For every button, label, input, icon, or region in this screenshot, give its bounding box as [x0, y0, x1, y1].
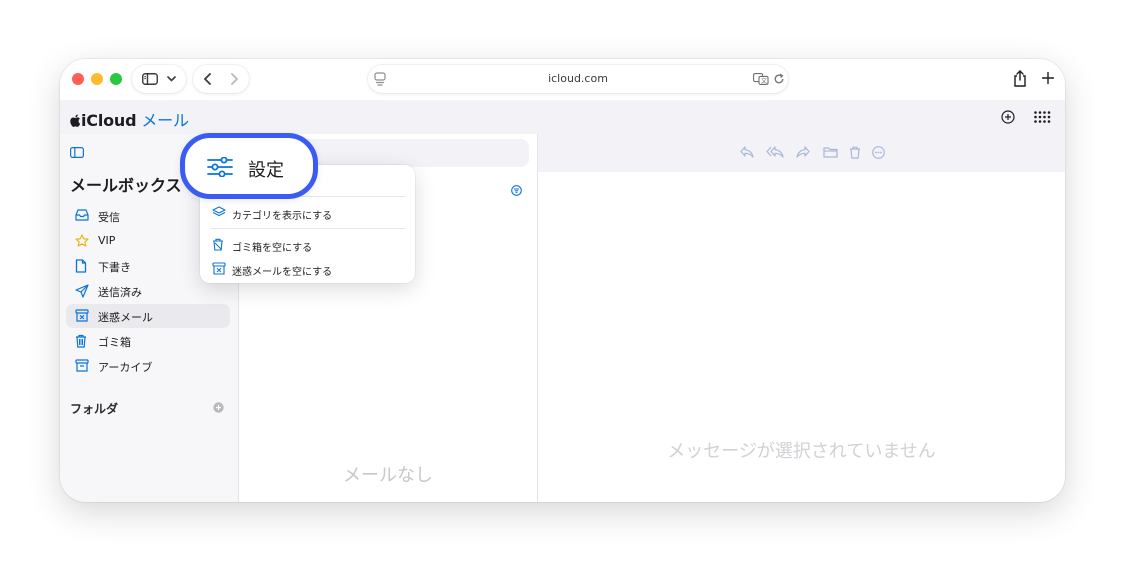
menu-item-label: 迷惑メールを空にする [232, 267, 333, 278]
close-window-button[interactable] [72, 73, 84, 85]
browser-toolbar: icloud.com 文 [60, 59, 1065, 100]
menu-item-show-categories[interactable]: カテゴリを表示にする [200, 202, 415, 224]
forward-mail-icon[interactable] [796, 146, 810, 158]
menu-item-empty-trash[interactable]: ゴミ箱を空にする [200, 234, 415, 256]
app-brand[interactable]: iCloud メール [70, 107, 189, 131]
mailboxes-heading: メールボックス [70, 176, 182, 195]
folders-heading: フォルダ [70, 402, 119, 416]
folder-icon[interactable] [823, 146, 838, 158]
star-icon [75, 234, 89, 247]
sidebar-item-label: VIP [98, 234, 116, 247]
sidebar-item-label: 迷惑メール [98, 311, 153, 324]
junk-icon [212, 262, 226, 275]
svg-text:文: 文 [761, 77, 767, 85]
menu-item-empty-junk[interactable]: 迷惑メールを空にする [200, 258, 415, 280]
archive-icon [75, 359, 89, 372]
url-text: icloud.com [548, 72, 608, 85]
sidebar-item-trash[interactable]: ゴミ箱 [66, 329, 230, 353]
layers-icon [212, 206, 226, 217]
reply-all-icon[interactable] [766, 146, 784, 158]
inbox-icon [75, 209, 89, 221]
settings-label: 設定 [248, 160, 284, 181]
message-reader: メッセージが選択されていません [538, 134, 1065, 502]
sidebar-item-label: 送信済み [98, 286, 142, 299]
brand-app-name: メール [141, 111, 189, 130]
brand-prefix: iCloud [81, 111, 137, 130]
trash-icon [76, 334, 86, 348]
sidebar-item-junk[interactable]: 迷惑メール [66, 304, 230, 328]
sidebar-toggle-icon[interactable] [70, 147, 84, 158]
sidebar-item-sent[interactable]: 送信済み [66, 279, 230, 303]
sidebar-item-label: アーカイブ [98, 361, 153, 374]
menu-divider [210, 228, 405, 229]
apple-logo-icon [70, 114, 81, 127]
menu-item-label: カテゴリを表示にする [232, 211, 333, 222]
filter-icon[interactable] [511, 185, 522, 196]
add-folder-icon[interactable] [213, 402, 224, 413]
sliders-icon [207, 157, 233, 177]
zoom-window-button[interactable] [110, 73, 122, 85]
more-icon[interactable] [872, 146, 885, 159]
back-icon[interactable] [203, 73, 213, 85]
add-icon[interactable] [1001, 110, 1015, 124]
nav-buttons [193, 65, 249, 93]
forward-icon[interactable] [229, 73, 239, 85]
share-icon[interactable] [1013, 70, 1027, 87]
menu-item-label: ゴミ箱を空にする [232, 243, 313, 254]
sidebar-item-label: ゴミ箱 [98, 336, 131, 349]
sidebar-item-label: 下書き [98, 261, 131, 274]
reader-toolbar [538, 134, 1065, 172]
trash-icon [213, 238, 223, 251]
translate-icon[interactable]: 文 [753, 73, 769, 85]
sidebar-icon [142, 73, 158, 85]
sidebar-item-archive[interactable]: アーカイブ [66, 354, 230, 378]
empty-list-text: メールなし [343, 465, 433, 486]
app-header: iCloud メール [60, 100, 1065, 135]
chevron-down-icon [167, 76, 176, 82]
no-message-selected-text: メッセージが選択されていません [667, 441, 936, 462]
reply-icon[interactable] [740, 146, 754, 158]
sidebar-toggle-button[interactable] [132, 65, 186, 93]
address-bar[interactable]: icloud.com 文 [368, 65, 788, 93]
new-tab-icon[interactable] [1042, 72, 1054, 84]
minimize-window-button[interactable] [91, 73, 103, 85]
sent-icon [75, 284, 89, 298]
apps-grid-icon[interactable] [1034, 111, 1051, 123]
reload-icon[interactable] [773, 73, 785, 85]
draft-icon [75, 259, 87, 273]
sidebar-item-label: 受信 [98, 211, 120, 224]
junk-icon [75, 309, 89, 322]
trash-icon[interactable] [849, 146, 861, 159]
settings-button-highlight[interactable]: 設定 [180, 133, 318, 199]
